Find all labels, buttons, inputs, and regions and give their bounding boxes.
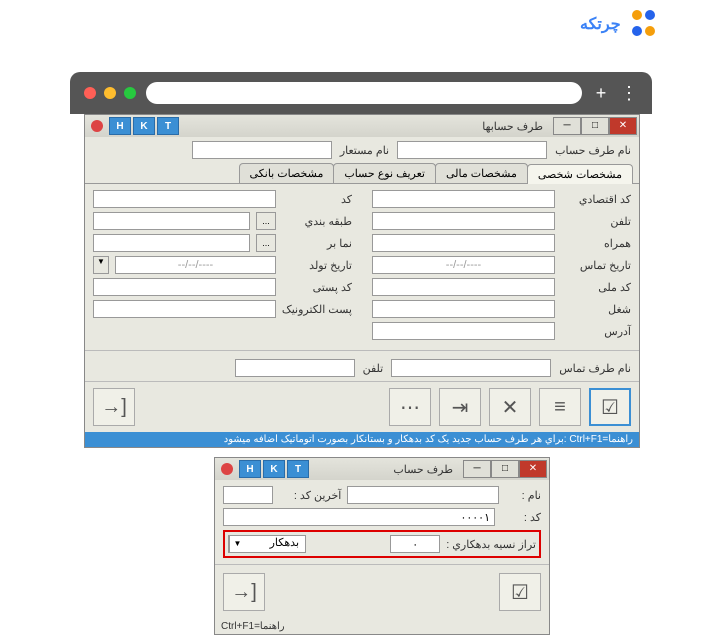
toolbar-t-button[interactable]: T — [157, 117, 179, 135]
national-id-label: کد ملی — [561, 281, 631, 294]
toolbar-k-button[interactable]: K — [133, 117, 155, 135]
contact-phone-input[interactable] — [235, 359, 355, 377]
window-title-2: طرف حساب — [393, 463, 453, 476]
save-button[interactable]: ☑ — [589, 388, 631, 426]
delete-button[interactable]: ✕ — [489, 388, 531, 426]
tab-bank[interactable]: مشخصات بانکی — [239, 163, 335, 183]
logo-icon — [627, 10, 655, 38]
toolbar-t-button-2[interactable]: T — [287, 460, 309, 478]
accounts-window: H K T طرف حسابها ─ □ ✕ نام طرف حساب نام … — [84, 114, 640, 448]
debtor-dropdown-value: بدهکار — [245, 536, 305, 552]
app-logo: چرتکه — [580, 10, 655, 38]
address-input[interactable] — [372, 322, 555, 340]
tabs: مشخصات شخصی مشخصات مالی تعریف نوع حساب م… — [85, 163, 639, 184]
exit-button-2[interactable]: →] — [223, 573, 265, 611]
code-input[interactable] — [93, 190, 276, 208]
close-button[interactable]: ✕ — [609, 117, 637, 135]
code-label-2: کد : — [501, 511, 541, 524]
name-input-2[interactable] — [347, 486, 499, 504]
account-name-label: نام طرف حساب — [555, 144, 631, 157]
contact-phone-label: تلفن — [363, 362, 384, 375]
category-label: طبقه بندي — [282, 215, 352, 228]
maximize-button[interactable]: □ — [581, 117, 609, 135]
list-button[interactable]: ≡ — [539, 388, 581, 426]
birth-date-dropdown[interactable]: ▼ — [93, 256, 109, 274]
alias-input[interactable] — [192, 141, 332, 159]
tab-personal[interactable]: مشخصات شخصی — [527, 164, 633, 184]
agent-input[interactable] — [93, 234, 250, 252]
status-bar-2: راهنما=Ctrl+F1 — [215, 619, 549, 634]
job-label: شغل — [561, 303, 631, 316]
birth-date-input[interactable] — [115, 256, 276, 274]
account-dialog: H K T طرف حساب ─ □ ✕ نام : آخرین کد : — [214, 457, 550, 635]
close-dot[interactable] — [84, 87, 96, 99]
balance-input[interactable] — [390, 535, 440, 553]
status-bar: راهنما=Ctrl+F1 :براي هر طرف حساب جدید یک… — [85, 432, 639, 447]
name-label-2: نام : — [505, 489, 541, 502]
postal-code-label: کد پستی — [282, 281, 352, 294]
tab-account-type[interactable]: تعریف نوع حساب — [333, 163, 436, 183]
url-bar[interactable] — [146, 82, 582, 104]
category-input[interactable] — [93, 212, 250, 230]
toolbar-h-button[interactable]: H — [109, 117, 131, 135]
category-browse-button[interactable]: ... — [256, 212, 276, 230]
mobile-input[interactable] — [372, 234, 555, 252]
balance-label: تراز نسیه بدهکاري : — [446, 538, 536, 551]
agent-browse-button[interactable]: ... — [256, 234, 276, 252]
contact-date-label: تاریخ تماس — [561, 259, 631, 272]
email-label: پست الکترونیک — [282, 303, 352, 316]
address-label: آدرس — [561, 325, 631, 338]
mobile-label: همراه — [561, 237, 631, 250]
minimize-button[interactable]: ─ — [553, 117, 581, 135]
alias-label: نام مستعار — [340, 144, 389, 157]
logo-text: چرتکه — [580, 14, 621, 34]
import-button[interactable]: ⇥ — [439, 388, 481, 426]
toolbar-h-button-2[interactable]: H — [239, 460, 261, 478]
close-button-2[interactable]: ✕ — [519, 460, 547, 478]
minimize-button-2[interactable]: ─ — [463, 460, 491, 478]
browser-chrome: + ⋮ — [70, 72, 652, 114]
maximize-dot[interactable] — [124, 87, 136, 99]
titlebar: H K T طرف حسابها ─ □ ✕ — [85, 115, 639, 137]
balance-row-highlight: تراز نسیه بدهکاري : بدهکار ▼ — [223, 530, 541, 558]
agent-label: نما بر — [282, 237, 352, 250]
birth-date-label: تاریخ تولد — [282, 259, 352, 272]
maximize-button-2[interactable]: □ — [491, 460, 519, 478]
account-name-input[interactable] — [397, 141, 547, 159]
traffic-lights — [84, 87, 136, 99]
minimize-dot[interactable] — [104, 87, 116, 99]
email-input[interactable] — [93, 300, 276, 318]
window-title: طرف حسابها — [482, 120, 543, 133]
chevron-down-icon: ▼ — [229, 536, 245, 552]
menu-dots-icon[interactable]: ⋮ — [620, 84, 638, 102]
debtor-dropdown[interactable]: بدهکار ▼ — [228, 535, 306, 553]
economic-code-label: کد اقتصادي — [561, 193, 631, 206]
new-tab-icon[interactable]: + — [592, 84, 610, 102]
contact-name-label: نام طرف تماس — [559, 362, 631, 375]
code-input-2[interactable] — [223, 508, 495, 526]
phone-input[interactable] — [372, 212, 555, 230]
record-dot-icon-2 — [221, 463, 233, 475]
code-label: کد — [282, 193, 352, 206]
confirm-button[interactable]: ☑ — [499, 573, 541, 611]
record-dot-icon — [91, 120, 103, 132]
more-button[interactable]: ⋯ — [389, 388, 431, 426]
exit-button[interactable]: →] — [93, 388, 135, 426]
contact-name-input[interactable] — [391, 359, 551, 377]
last-code-input[interactable] — [223, 486, 273, 504]
postal-code-input[interactable] — [93, 278, 276, 296]
national-id-input[interactable] — [372, 278, 555, 296]
tab-financial[interactable]: مشخصات مالی — [435, 163, 528, 183]
contact-date-input[interactable] — [372, 256, 555, 274]
toolbar-k-button-2[interactable]: K — [263, 460, 285, 478]
phone-label: تلفن — [561, 215, 631, 228]
titlebar-2: H K T طرف حساب ─ □ ✕ — [215, 458, 549, 480]
job-input[interactable] — [372, 300, 555, 318]
bottom-toolbar: →] ⋯ ⇥ ✕ ≡ ☑ — [85, 381, 639, 432]
economic-code-input[interactable] — [372, 190, 555, 208]
last-code-label: آخرین کد : — [279, 489, 341, 502]
